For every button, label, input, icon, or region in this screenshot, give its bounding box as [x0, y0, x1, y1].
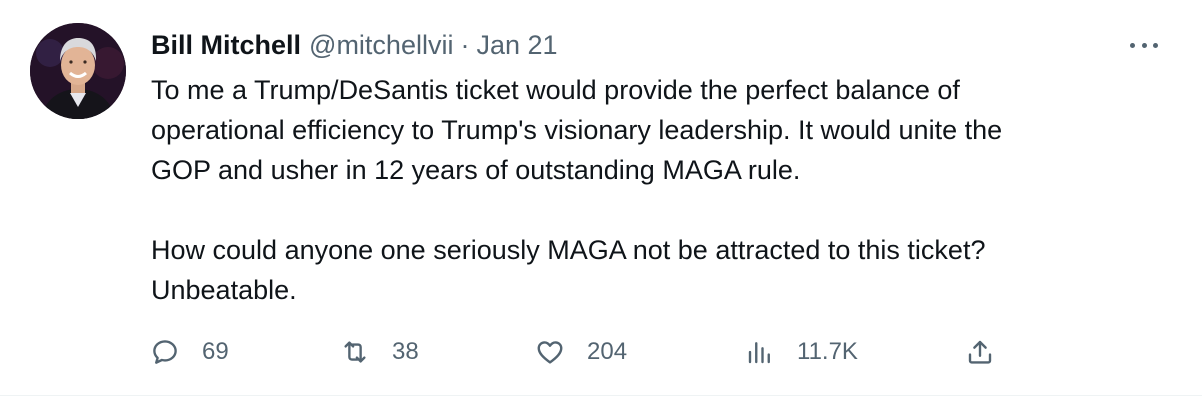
like-count: 204: [587, 338, 628, 365]
more-dot: [1153, 42, 1158, 48]
tweet-header: Bill Mitchell @mitchellvii · Jan 21: [151, 28, 558, 62]
share-button[interactable]: [965, 334, 995, 370]
reply-icon: [153, 340, 177, 364]
views-count: 11.7K: [797, 338, 858, 365]
tweet-text-line: How could anyone one seriously MAGA not …: [151, 235, 986, 265]
views-button[interactable]: 11.7K: [745, 334, 858, 370]
display-name[interactable]: Bill Mitchell: [151, 28, 301, 62]
reply-button[interactable]: 69: [150, 334, 229, 370]
reply-count: 69: [202, 338, 229, 365]
tweet-text: To me a Trump/DeSantis ticket would prov…: [151, 70, 1151, 310]
retweet-button[interactable]: 38: [340, 334, 419, 370]
more-dot: [1130, 42, 1135, 48]
tweet-text-line: To me a Trump/DeSantis ticket would prov…: [151, 75, 960, 105]
avatar-image: [30, 23, 126, 119]
views-icon: [748, 342, 770, 364]
tweet-text-line: Unbeatable.: [151, 275, 297, 305]
tweet-card[interactable]: Bill Mitchell @mitchellvii · Jan 21 To m…: [0, 0, 1202, 396]
more-dot: [1141, 42, 1147, 48]
like-button[interactable]: 204: [535, 334, 627, 370]
separator-dot: ·: [460, 30, 470, 60]
heart-icon: [537, 341, 563, 364]
tweet-actions: 69 38 204 11.7K: [150, 334, 1010, 370]
avatar[interactable]: [30, 23, 126, 119]
more-icon[interactable]: [1124, 30, 1164, 60]
retweet-count: 38: [392, 338, 419, 365]
share-icon: [968, 340, 992, 364]
tweet-date[interactable]: Jan 21: [476, 28, 557, 62]
tweet-text-line: GOP and usher in 12 years of outstanding…: [151, 155, 801, 185]
tweet-text-line: operational efficiency to Trump's vision…: [151, 115, 1003, 145]
retweet-icon: [344, 341, 366, 363]
user-handle[interactable]: @mitchellvii: [309, 28, 453, 62]
